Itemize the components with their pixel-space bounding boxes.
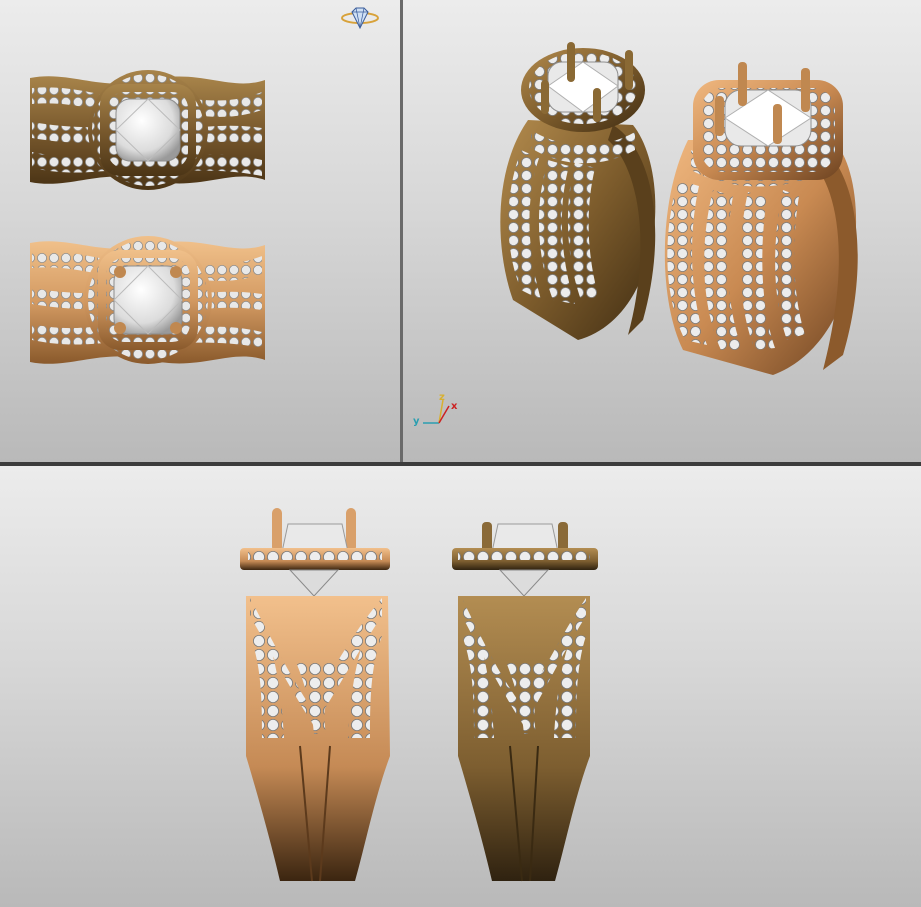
top-view-scene — [30, 7, 379, 364]
perspective-scene: y z x — [413, 42, 858, 427]
diamond-ring-icon[interactable] — [341, 7, 379, 30]
axis-x-label: x — [451, 401, 458, 412]
ring-perspective-left — [500, 42, 656, 340]
ring-top-view-lower — [30, 236, 265, 364]
axis-triad-icon: y z x — [413, 392, 458, 427]
ring-perspective-right — [664, 62, 858, 375]
ring-front-view-right — [452, 522, 598, 882]
front-view-scene — [240, 508, 598, 882]
viewport-front[interactable] — [0, 466, 921, 907]
viewport-top[interactable] — [0, 0, 400, 462]
viewport-perspective[interactable]: y z x — [403, 0, 921, 462]
axis-y-label: y — [413, 416, 420, 427]
ring-front-view-left — [240, 508, 390, 882]
ring-top-view-upper — [30, 70, 265, 190]
axis-z-label: z — [439, 392, 445, 403]
